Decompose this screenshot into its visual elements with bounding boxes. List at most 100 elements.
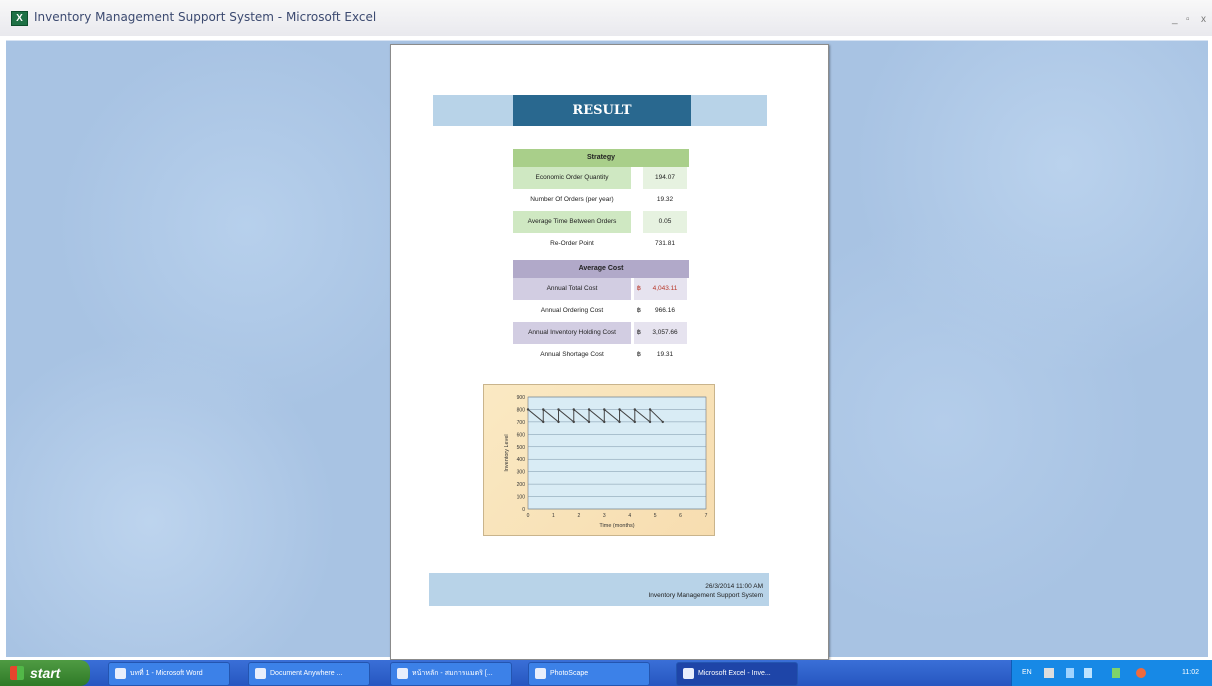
- clock[interactable]: 11:02: [1182, 660, 1199, 686]
- notification-icon[interactable]: [1136, 668, 1146, 678]
- table-row: Number Of Orders (per year) 19.32: [513, 189, 689, 211]
- data-point: [603, 408, 606, 411]
- data-point: [557, 408, 560, 411]
- y-tick-label: 900: [517, 395, 526, 401]
- window-title: Inventory Management Support System - Mi…: [34, 10, 377, 24]
- table-row: Annual Inventory Holding Cost ฿ 3,057.66: [513, 322, 689, 344]
- y-tick-label: 200: [517, 482, 526, 488]
- row-value: 4,043.11: [643, 278, 687, 300]
- x-tick-label: 4: [628, 513, 631, 519]
- start-button[interactable]: start: [0, 660, 90, 686]
- row-value: 194.07: [643, 167, 687, 189]
- taskbar-item-photoscape[interactable]: PhotoScape: [528, 662, 650, 686]
- data-point: [633, 408, 636, 411]
- row-label: Annual Inventory Holding Cost: [513, 322, 631, 344]
- data-point: [526, 408, 530, 411]
- minimize-button[interactable]: _: [1172, 14, 1178, 25]
- row-value: 19.31: [656, 351, 674, 358]
- data-point: [633, 420, 636, 424]
- taskbar: start บทที่ 1 - Microsoft Word Document …: [0, 660, 1212, 686]
- y-tick-label: 100: [517, 495, 526, 501]
- taskbar-item-label: หน้าหลัก - สมการแมตริ [...: [412, 670, 493, 677]
- data-point: [572, 408, 575, 411]
- y-tick-label: 600: [517, 432, 526, 438]
- data-point: [587, 420, 591, 424]
- close-button[interactable]: x: [1201, 14, 1206, 25]
- y-tick-label: 400: [517, 457, 526, 463]
- data-point: [648, 420, 652, 424]
- strategy-header: Strategy: [513, 149, 689, 167]
- keyboard-icon[interactable]: [1044, 668, 1054, 678]
- row-label: Annual Total Cost: [513, 278, 631, 300]
- footer-date: 26/3/2014 11:00 AM: [705, 583, 763, 590]
- y-tick-label: 700: [517, 420, 526, 426]
- cost-header: Average Cost: [513, 260, 689, 278]
- inventory-chart-svg: 0 100 200 300 400 500 600 700 800 900 0 1 2 3 4 5 6 7 Time…: [504, 395, 708, 529]
- system-tray[interactable]: EN 11:02: [1011, 660, 1212, 686]
- data-point: [572, 420, 575, 424]
- footer-band: 26/3/2014 11:00 AM Inventory Management …: [429, 573, 769, 606]
- taskbar-item-label: Microsoft Excel - Inve...: [698, 670, 771, 677]
- y-tick-label: 500: [517, 445, 526, 451]
- maximize-button[interactable]: ▫: [1186, 14, 1190, 25]
- x-tick-label: 3: [603, 513, 606, 519]
- y-tick-label: 800: [517, 407, 526, 413]
- y-tick-label: 300: [517, 470, 526, 476]
- network-icon[interactable]: [1066, 668, 1074, 678]
- security-icon[interactable]: [1112, 668, 1120, 678]
- row-label: Number Of Orders (per year): [530, 196, 614, 203]
- table-row: Economic Order Quantity 194.07: [513, 167, 689, 189]
- taskbar-item-label: Document Anywhere ...: [270, 670, 343, 677]
- x-tick-label: 6: [679, 513, 682, 519]
- window-title-bar[interactable]: X Inventory Management Support System - …: [0, 0, 1212, 36]
- row-value: 731.81: [655, 240, 675, 247]
- strategy-table: Strategy Economic Order Quantity 194.07 …: [513, 149, 689, 255]
- windows-logo-icon: [10, 666, 24, 680]
- taskbar-item-label: PhotoScape: [550, 670, 589, 677]
- data-point: [542, 408, 545, 411]
- excel-icon: [683, 667, 694, 679]
- y-axis-label: Inventory Level: [504, 434, 510, 471]
- footer-system-name: Inventory Management Support System: [648, 592, 763, 599]
- taskbar-item-document-anywhere[interactable]: Document Anywhere ...: [248, 662, 370, 686]
- report-page: RESULT Strategy Economic Order Quantity …: [390, 44, 829, 660]
- taskbar-item-word[interactable]: บทที่ 1 - Microsoft Word: [108, 662, 230, 686]
- data-point: [603, 420, 606, 424]
- data-point: [618, 420, 621, 424]
- data-point: [557, 420, 560, 424]
- data-point: [587, 408, 591, 411]
- volume-icon[interactable]: [1084, 668, 1092, 678]
- row-label: Economic Order Quantity: [513, 167, 631, 189]
- data-point: [542, 420, 545, 424]
- table-row: Annual Shortage Cost ฿ 19.31: [513, 344, 689, 366]
- x-tick-label: 7: [705, 513, 708, 519]
- word-icon: [115, 667, 126, 679]
- data-point: [661, 420, 664, 424]
- x-tick-label: 5: [654, 513, 657, 519]
- language-indicator[interactable]: EN: [1022, 660, 1032, 686]
- x-axis-label: Time (months): [599, 523, 634, 529]
- start-label: start: [30, 665, 61, 681]
- report-title: RESULT: [513, 95, 691, 126]
- row-label: Re-Order Point: [550, 240, 594, 247]
- cost-table: Average Cost Annual Total Cost ฿ 4,043.1…: [513, 260, 689, 366]
- row-value: 3,057.66: [643, 322, 687, 344]
- row-label: Annual Ordering Cost: [540, 307, 604, 314]
- row-label: Average Time Between Orders: [513, 211, 631, 233]
- x-tick-label: 2: [577, 513, 580, 519]
- table-row: Annual Total Cost ฿ 4,043.11: [513, 278, 689, 300]
- plot-area: [527, 396, 707, 510]
- browser-icon: [397, 667, 408, 679]
- taskbar-item-label: บทที่ 1 - Microsoft Word: [130, 670, 203, 677]
- inventory-chart[interactable]: 0 100 200 300 400 500 600 700 800 900 0 1 2 3 4 5 6 7 Time…: [483, 384, 715, 536]
- document-icon: [255, 667, 266, 679]
- row-value: 966.16: [655, 307, 675, 314]
- taskbar-item-browser[interactable]: หน้าหลัก - สมการแมตริ [...: [390, 662, 512, 686]
- taskbar-item-excel[interactable]: Microsoft Excel - Inve...: [676, 662, 798, 686]
- table-row: Annual Ordering Cost ฿ 966.16: [513, 300, 689, 322]
- data-point: [618, 408, 621, 411]
- x-tick-label: 0: [527, 513, 530, 519]
- table-row: Average Time Between Orders 0.05: [513, 211, 689, 233]
- excel-app-icon: X: [11, 11, 28, 26]
- y-tick-label: 0: [522, 507, 525, 513]
